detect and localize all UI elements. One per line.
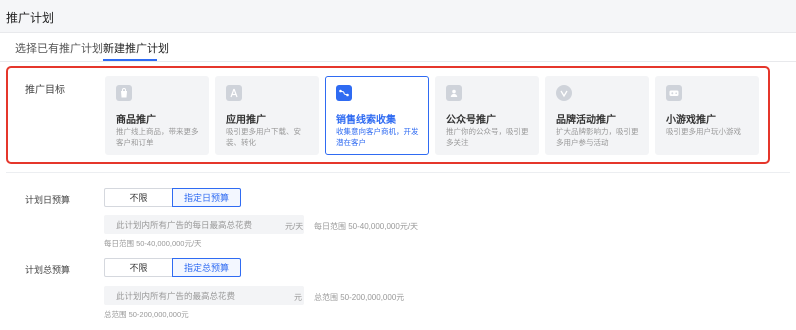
goal-card-sales-leads[interactable]: 销售线索收集 收集意向客户商机，开发潜在客户: [325, 76, 429, 155]
goal-card-product[interactable]: 商品推广 推广线上商品，带来更多客户和订单: [105, 76, 209, 155]
tab-new-plan[interactable]: 新建推广计划: [103, 40, 169, 56]
section-divider: [6, 172, 790, 173]
total-budget-label: 计划总预算: [25, 265, 71, 275]
route-icon: [336, 85, 352, 101]
daily-budget-range-hint: 每日范围 50-40,000,000元/天: [314, 222, 419, 231]
goal-card-name: 品牌活动推广: [556, 115, 616, 126]
goal-card-name: 商品推广: [116, 115, 156, 126]
app-store-icon: [226, 85, 242, 101]
goal-card-name: 应用推广: [226, 115, 266, 126]
goal-card-name: 销售线索收集: [336, 115, 396, 126]
goal-card-desc: 推广线上商品，带来更多客户和订单: [116, 127, 199, 147]
goal-card-desc: 吸引更多用户下载、安装、转化: [226, 127, 301, 147]
daily-budget-unlimited-option[interactable]: 不限: [104, 188, 173, 207]
contact-card-icon: [446, 85, 462, 101]
total-budget-range-note: 总范围 50-200,000,000元: [104, 310, 189, 319]
goal-label: 推广目标: [25, 85, 65, 96]
daily-budget-range-note: 每日范围 50-40,000,000元/天: [104, 239, 202, 248]
goal-card-name: 小游戏推广: [666, 115, 716, 126]
goal-card-desc: 推广你的公众号，吸引更多关注: [446, 127, 529, 147]
goal-card-app[interactable]: 应用推广 吸引更多用户下载、安装、转化: [215, 76, 319, 155]
goal-card-name: 公众号推广: [446, 115, 496, 126]
daily-budget-label: 计划日预算: [25, 195, 71, 205]
page-title: 推广计划: [6, 11, 55, 25]
goal-card-desc: 收集意向客户商机，开发潜在客户: [336, 127, 419, 147]
daily-budget-unit: 元/天: [285, 222, 304, 231]
brand-badge-icon: [556, 85, 572, 101]
page-header: 推广计划: [0, 0, 796, 33]
total-budget-specified-option[interactable]: 指定总预算: [172, 258, 241, 277]
shopping-bag-icon: [116, 85, 132, 101]
daily-budget-input[interactable]: [104, 215, 304, 234]
total-budget-range-hint: 总范围 50-200,000,000元: [314, 293, 405, 302]
total-budget-input[interactable]: [104, 286, 304, 305]
plan-tabs: 选择已有推广计划 新建推广计划: [0, 34, 796, 62]
goal-card-official-account[interactable]: 公众号推广 推广你的公众号，吸引更多关注: [435, 76, 539, 155]
total-budget-unit: 元: [294, 293, 302, 302]
goal-card-desc: 扩大品牌影响力，吸引更多用户参与活动: [556, 127, 639, 147]
goal-card-brand-campaign[interactable]: 品牌活动推广 扩大品牌影响力，吸引更多用户参与活动: [545, 76, 649, 155]
tab-select-existing-plan[interactable]: 选择已有推广计划: [15, 40, 103, 56]
goal-card-mini-game[interactable]: 小游戏推广 吸引更多用户玩小游戏: [655, 76, 759, 155]
gamepad-icon: [666, 85, 682, 101]
active-tab-indicator: [103, 59, 157, 61]
daily-budget-specified-option[interactable]: 指定日预算: [172, 188, 241, 207]
goal-card-desc: 吸引更多用户玩小游戏: [666, 127, 741, 136]
total-budget-unlimited-option[interactable]: 不限: [104, 258, 173, 277]
